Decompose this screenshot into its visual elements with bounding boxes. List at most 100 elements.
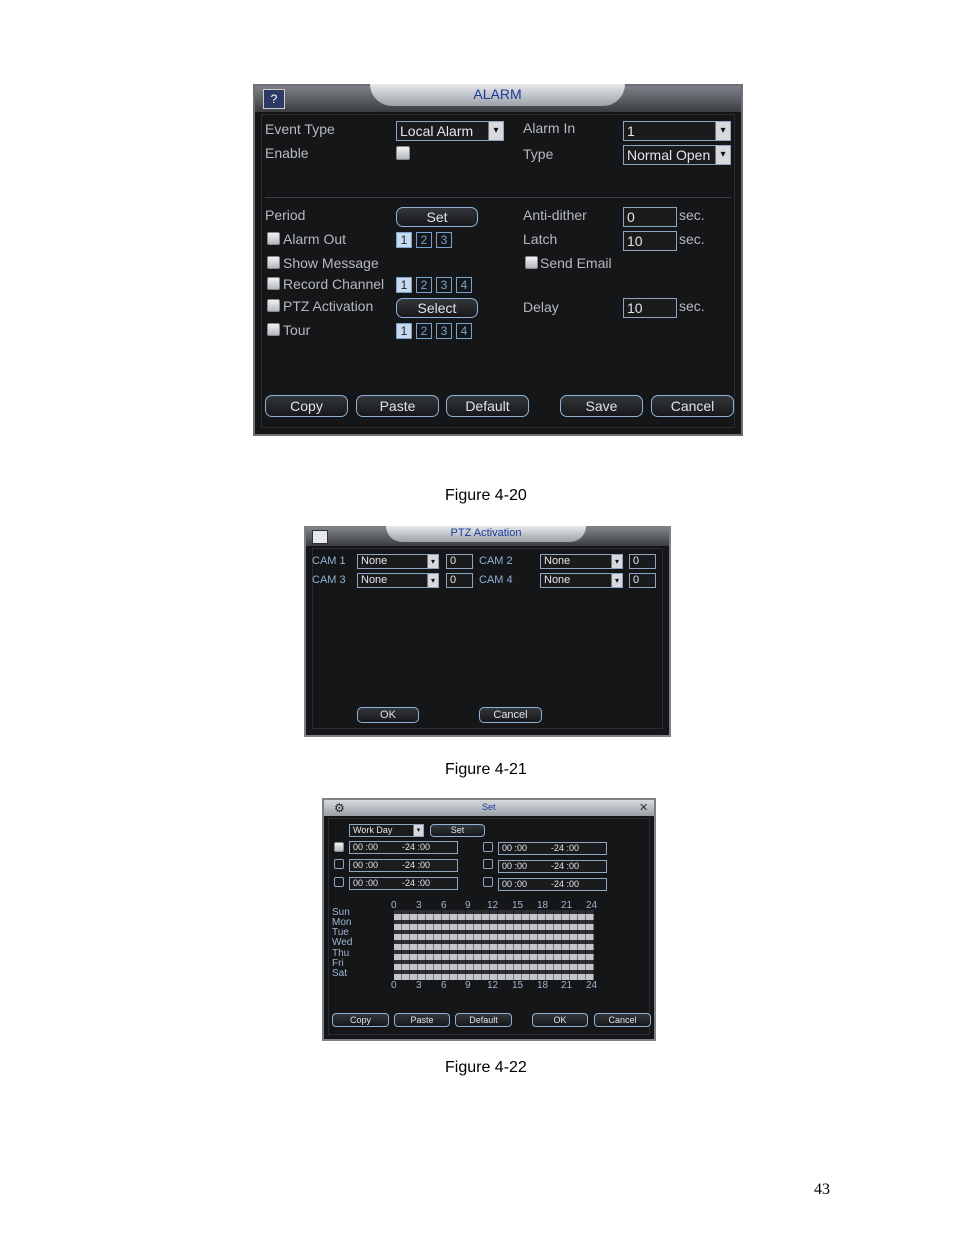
record-channel-3[interactable]: 3 [436,277,452,293]
alarm-out-checkbox[interactable] [267,232,280,245]
ptz-activation-label: PTZ Activation [283,298,374,314]
period-1-end: -24 :00 [402,842,431,852]
period-6-start: 00 :00 [502,879,528,889]
save-button[interactable]: Save [560,395,643,417]
event-type-select[interactable]: Local Alarm ▾ [396,121,504,141]
tour-checkbox[interactable] [267,323,280,336]
alarm-out-channel-1[interactable]: 1 [396,232,412,248]
ptz-activation-dialog: PTZ Activation CAM 1 None ▾ 0 CAM 2 None… [304,526,671,737]
record-channel-4[interactable]: 4 [456,277,472,293]
record-channel-checkbox[interactable] [267,277,280,290]
cam-2-label: CAM 2 [479,555,513,567]
alarm-in-value: 1 [627,123,635,139]
window-icon [312,530,328,544]
period-3-end: -24 :00 [402,878,431,888]
period-1-checkbox[interactable] [334,842,344,852]
alarm-in-label: Alarm In [523,120,576,136]
cam-3-select[interactable]: None ▾ [357,573,439,588]
period-5-time[interactable]: 00 :00 -24 :00 [498,860,607,873]
day-select-value: Work Day [353,825,393,835]
cam-2-select[interactable]: None ▾ [540,554,623,569]
anti-dither-input[interactable]: 0 [623,207,677,227]
ptz-select-button[interactable]: Select [396,298,478,318]
period-3-checkbox [334,877,344,887]
dropdown-arrow-icon: ▾ [611,555,622,568]
delay-input[interactable]: 10 [623,298,677,318]
alarm-out-channel-2[interactable]: 2 [416,232,432,248]
default-button[interactable]: Default [455,1013,512,1027]
period-3-time[interactable]: 00 :00 -24 :00 [349,877,458,890]
cancel-button[interactable]: Cancel [594,1013,651,1027]
alarm-out-channel-3[interactable]: 3 [436,232,452,248]
record-channel-2[interactable]: 2 [416,277,432,293]
period-3-start: 00 :00 [353,878,379,888]
dropdown-arrow-icon: ▾ [413,825,423,836]
dropdown-arrow-icon: ▾ [715,122,730,140]
cam-1-select[interactable]: None ▾ [357,554,439,569]
period-5-checkbox [483,859,493,869]
show-message-checkbox[interactable] [267,256,280,269]
cam-3-value: None [361,574,388,586]
set-button[interactable]: Set [430,824,485,837]
type-value: Normal Open [627,147,711,163]
cam-4-number[interactable]: 0 [629,573,656,588]
schedule-grid[interactable] [394,910,594,980]
figure-caption-4-21: Figure 4-21 [445,761,527,778]
ok-button[interactable]: OK [532,1013,588,1027]
period-4-end: -24 :00 [551,843,580,853]
anti-dither-label: Anti-dither [523,207,587,223]
close-icon[interactable]: ✕ [639,801,648,814]
ptz-title: PTZ Activation [386,526,586,542]
paste-button[interactable]: Paste [394,1013,450,1027]
tour-channel-1[interactable]: 1 [396,323,412,339]
dropdown-arrow-icon: ▾ [427,574,438,587]
alarm-in-select[interactable]: 1 ▾ [623,121,731,141]
anti-dither-unit: sec. [679,207,705,223]
hour-tick-bottom: 9 [465,980,471,991]
period-2-checkbox [334,859,344,869]
period-6-time[interactable]: 00 :00 -24 :00 [498,878,607,891]
cancel-button[interactable]: Cancel [479,707,542,723]
send-email-checkbox[interactable] [525,256,538,269]
default-button[interactable]: Default [446,395,529,417]
ok-button[interactable]: OK [357,707,419,723]
dropdown-arrow-icon: ▾ [427,555,438,568]
record-channel-label: Record Channel [283,276,385,292]
ptz-activation-checkbox[interactable] [267,299,280,312]
period-4-time[interactable]: 00 :00 -24 :00 [498,842,607,855]
hour-tick-bottom: 3 [416,980,422,991]
alarm-title: ALARM [370,84,625,106]
copy-button[interactable]: Copy [332,1013,389,1027]
period-2-time[interactable]: 00 :00 -24 :00 [349,859,458,872]
record-channel-1[interactable]: 1 [396,277,412,293]
tour-channel-3[interactable]: 3 [436,323,452,339]
cam-4-select[interactable]: None ▾ [540,573,623,588]
period-6-end: -24 :00 [551,879,580,889]
cam-2-number[interactable]: 0 [629,554,656,569]
period-4-checkbox [483,842,493,852]
cancel-button[interactable]: Cancel [651,395,734,417]
latch-input[interactable]: 10 [623,231,677,251]
period-label: Period [265,207,306,223]
period-1-time[interactable]: 00 :00 -24 :00 [349,841,458,854]
paste-button[interactable]: Paste [356,395,439,417]
latch-label: Latch [523,231,558,247]
hour-tick-bottom: 0 [391,980,397,991]
cam-1-number[interactable]: 0 [446,554,473,569]
tour-channel-2[interactable]: 2 [416,323,432,339]
type-select[interactable]: Normal Open ▾ [623,145,731,165]
tour-channel-4[interactable]: 4 [456,323,472,339]
copy-button[interactable]: Copy [265,395,348,417]
enable-checkbox[interactable] [396,146,410,160]
hour-tick-bottom: 12 [487,980,499,991]
cam-3-number[interactable]: 0 [446,573,473,588]
figure-caption-4-22: Figure 4-22 [445,1059,527,1076]
day-select[interactable]: Work Day ▾ [349,824,424,837]
hour-tick-bottom: 24 [586,980,598,991]
dropdown-arrow-icon: ▾ [488,122,503,140]
period-set-button[interactable]: Set [396,207,478,227]
cam-2-value: None [544,555,571,567]
period-1-start: 00 :00 [353,842,379,852]
period-6-checkbox [483,877,493,887]
cam-1-value: None [361,555,388,567]
